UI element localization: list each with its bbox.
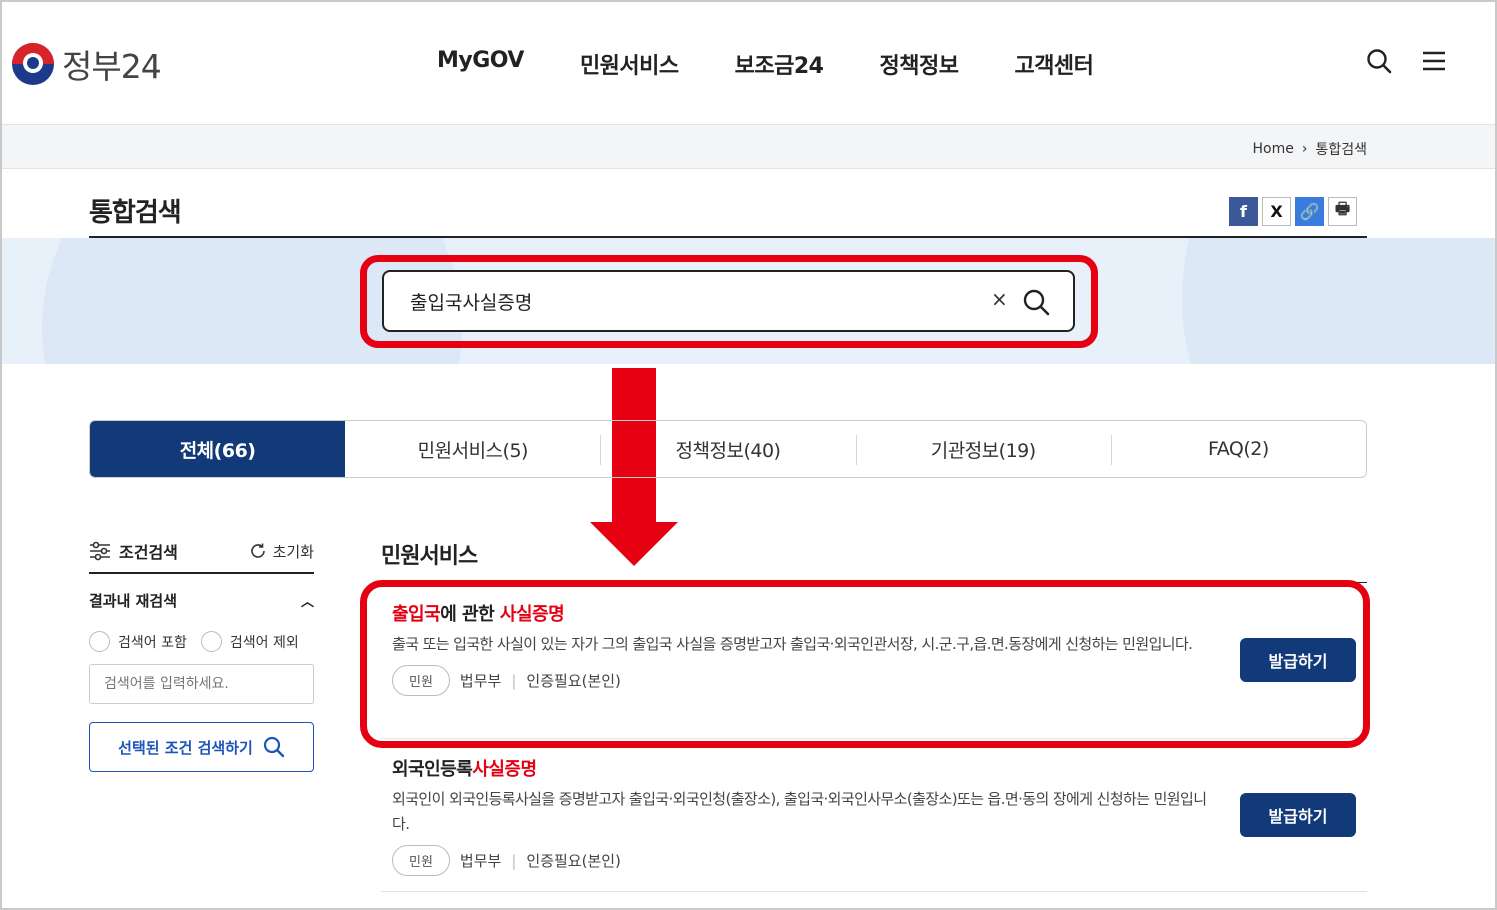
include-keyword-radio[interactable]: 검색어 포함 xyxy=(89,631,187,652)
result-auth: 인증필요(본인) xyxy=(526,852,621,870)
sliders-icon xyxy=(90,541,110,561)
filter-sidebar: 조건검색 초기화 결과내 재검색 ︿ 검색어 포함 검색어 제외 선택된 조건 … xyxy=(89,530,314,772)
tab-agency[interactable]: 기관정보(19) xyxy=(855,421,1111,477)
condition-search-label: 조건검색 xyxy=(89,539,178,563)
main-nav: MyGOV 민원서비스 보조금24 정책정보 고객센터 xyxy=(437,48,1094,80)
site-header: 정부24 MyGOV 민원서비스 보조금24 정책정보 고객센터 xyxy=(2,2,1495,124)
search-icon[interactable] xyxy=(1366,48,1392,74)
breadcrumb-bar: Home › 통합검색 xyxy=(2,124,1495,169)
exclude-keyword-radio[interactable]: 검색어 제외 xyxy=(200,631,299,652)
facebook-icon[interactable]: f xyxy=(1229,197,1258,226)
result-tabs: 전체(66) 민원서비스(5) 정책정보(40) 기관정보(19) FAQ(2) xyxy=(89,420,1367,478)
share-buttons: f X 🔗 🖶 xyxy=(1229,197,1357,226)
research-header[interactable]: 결과내 재검색 ︿ xyxy=(89,590,314,611)
print-icon[interactable]: 🖶 xyxy=(1328,197,1357,226)
result-meta: 민원 법무부 | 인증필요(본인) xyxy=(392,845,1367,876)
tab-policy[interactable]: 정책정보(40) xyxy=(600,421,855,477)
category-badge: 민원 xyxy=(392,845,450,876)
tab-faq[interactable]: FAQ(2) xyxy=(1110,421,1366,477)
arrow-down-icon xyxy=(590,522,678,566)
reset-button[interactable]: 초기화 xyxy=(249,541,314,562)
chevron-up-icon: ︿ xyxy=(300,595,314,610)
breadcrumb: Home › 통합검색 xyxy=(1253,139,1367,159)
result-description: 외국인이 외국인등록사실을 증명받고자 출입국·외국인청(출장소), 출입국·외… xyxy=(392,790,1207,833)
result-highlight-annotation xyxy=(360,580,1370,748)
condition-search-button[interactable]: 선택된 조건 검색하기 xyxy=(89,722,314,772)
chevron-right-icon: › xyxy=(1301,141,1308,157)
tab-all[interactable]: 전체(66) xyxy=(90,421,346,477)
section-title: 민원서비스 xyxy=(381,544,478,569)
nav-item-civil-service[interactable]: 민원서비스 xyxy=(580,48,679,80)
breadcrumb-current: 통합검색 xyxy=(1315,142,1367,158)
title-divider xyxy=(89,236,1367,238)
nav-item-mygov[interactable]: MyGOV xyxy=(437,48,524,80)
result-item: 외국인등록사실증명 외국인이 외국인등록사실을 증명받고자 출입국·외국인청(출… xyxy=(392,755,1367,876)
x-twitter-icon[interactable]: X xyxy=(1262,197,1291,226)
site-logo[interactable]: 정부24 xyxy=(12,40,162,88)
result-divider xyxy=(381,891,1367,892)
logo-text: 정부24 xyxy=(62,47,162,86)
issue-button[interactable]: 발급하기 xyxy=(1240,793,1356,837)
breadcrumb-home[interactable]: Home xyxy=(1253,141,1294,157)
page-title: 통합검색 xyxy=(89,198,182,228)
nav-item-customer-center[interactable]: 고객센터 xyxy=(1014,48,1093,80)
search-icon xyxy=(263,736,285,758)
research-keyword-input[interactable] xyxy=(89,664,314,704)
refresh-icon xyxy=(250,543,265,558)
nav-item-policy[interactable]: 정책정보 xyxy=(879,48,958,80)
link-icon[interactable]: 🔗 xyxy=(1295,197,1324,226)
result-title[interactable]: 외국인등록사실증명 xyxy=(392,755,1367,781)
menu-icon[interactable] xyxy=(1421,48,1447,74)
search-highlight-annotation xyxy=(360,255,1098,348)
nav-item-subsidy[interactable]: 보조금24 xyxy=(735,48,824,80)
taegeuk-logo-icon xyxy=(12,43,54,85)
result-org: 법무부 xyxy=(459,852,502,870)
tab-civil-service[interactable]: 민원서비스(5) xyxy=(345,421,600,477)
